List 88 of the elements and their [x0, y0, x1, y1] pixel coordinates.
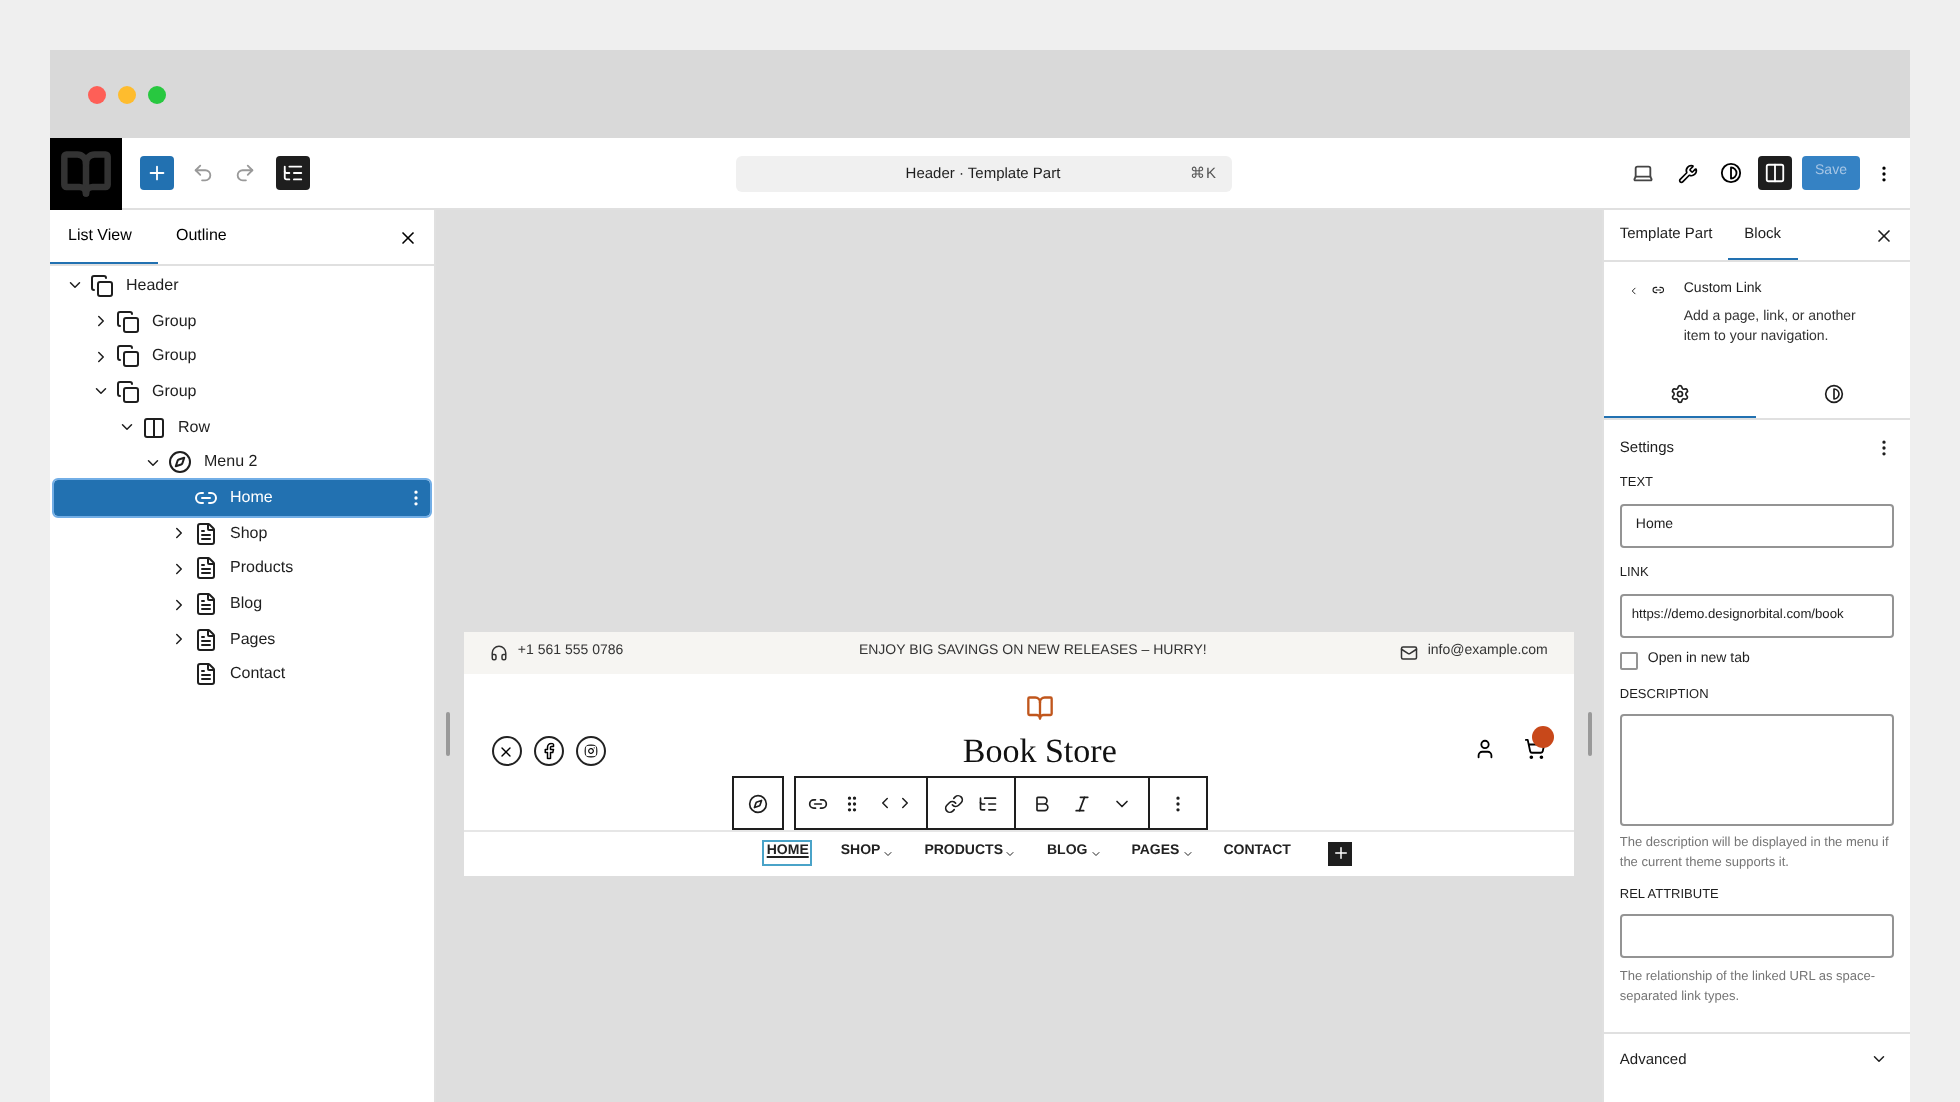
compass-icon: [168, 450, 192, 475]
caret-icon: [882, 847, 895, 859]
caret-icon: [1089, 847, 1102, 859]
compass-icon[interactable]: [747, 793, 768, 813]
facebook-icon[interactable]: [533, 736, 564, 766]
headphones-icon: [489, 644, 508, 662]
group-icon: [116, 379, 140, 404]
tree-label: Menu 2: [204, 450, 258, 475]
sidebar-toggle-button[interactable]: [1758, 156, 1792, 190]
tree-label: Blog: [230, 592, 263, 617]
book-logo-icon: [1025, 694, 1054, 722]
italic-icon[interactable]: [1071, 793, 1092, 813]
group-icon: [90, 273, 114, 298]
page-icon: [194, 556, 218, 581]
resize-handle[interactable]: [445, 712, 450, 756]
tree-label: Products: [230, 556, 294, 581]
tree-item[interactable]: Group: [54, 374, 430, 410]
page-icon: [194, 592, 218, 617]
tree-item[interactable]: Group: [54, 338, 430, 375]
tree-item[interactable]: Contact: [54, 657, 430, 693]
tree-item[interactable]: Menu 2: [54, 444, 430, 481]
instagram-icon[interactable]: [575, 736, 606, 766]
account-icon[interactable]: [1473, 738, 1496, 760]
site-title: Book Store: [962, 730, 1117, 774]
tree-label: Pages: [230, 627, 276, 652]
add-item-button[interactable]: [1328, 841, 1353, 865]
chevron-right-icon[interactable]: [170, 524, 188, 543]
sidebar-icon: [1764, 162, 1786, 184]
chevron-right-icon[interactable]: [92, 347, 110, 366]
tree-label: Home: [230, 485, 273, 510]
page-icon: [194, 521, 218, 546]
tree-item[interactable]: Blog: [54, 586, 430, 622]
x-logo-icon: [498, 743, 515, 759]
rel-field[interactable]: [1619, 913, 1894, 958]
checkbox[interactable]: [1619, 651, 1638, 669]
back-icon[interactable]: [1627, 282, 1640, 300]
link-icon[interactable]: [807, 793, 828, 813]
undo-icon[interactable]: [192, 162, 214, 184]
contrast-icon: [1823, 383, 1844, 403]
tree-item[interactable]: Group: [54, 303, 430, 339]
cart-badge: [1531, 726, 1554, 748]
wrench-icon[interactable]: [1678, 163, 1698, 183]
close-icon[interactable]: [1874, 225, 1894, 245]
tree-label: Row: [178, 415, 211, 440]
description-field[interactable]: [1619, 714, 1894, 826]
link-icon[interactable]: [943, 793, 964, 813]
cart-icon[interactable]: [1523, 738, 1546, 760]
tree-label: Group: [152, 344, 197, 369]
redo-icon[interactable]: [234, 162, 256, 184]
chevron-right-icon[interactable]: [170, 630, 188, 649]
resize-handle[interactable]: [1587, 712, 1592, 756]
page-icon: [194, 662, 218, 687]
tree-label: Shop: [230, 521, 268, 546]
tree-item[interactable]: Row: [54, 409, 430, 445]
submenu-icon[interactable]: [977, 793, 998, 813]
tree-item[interactable]: Header: [54, 268, 430, 304]
page-icon: [194, 627, 218, 652]
tree-label: Contact: [230, 662, 286, 687]
settings-icon: [1670, 383, 1691, 403]
plus-icon: [146, 162, 168, 184]
add-block-button[interactable]: [140, 156, 174, 190]
tree-item[interactable]: Products: [54, 551, 430, 587]
group-icon: [116, 344, 140, 369]
bold-icon[interactable]: [1031, 793, 1052, 813]
group-icon: [116, 309, 140, 334]
close-icon[interactable]: [397, 227, 418, 247]
laptop-icon[interactable]: [1632, 162, 1654, 184]
list-view-button[interactable]: [276, 156, 310, 190]
contrast-icon[interactable]: [1720, 162, 1742, 184]
tree-item[interactable]: Shop: [54, 515, 430, 551]
panel-tab[interactable]: List View: [50, 210, 158, 264]
tree-label: Header: [126, 273, 179, 298]
caret-icon: [1004, 847, 1017, 859]
chevron-right-icon[interactable]: [170, 595, 188, 614]
tree-label: Group: [152, 379, 197, 404]
chevron-right-icon[interactable]: [92, 312, 110, 331]
book-icon: [60, 147, 112, 199]
caret-icon: [1181, 847, 1194, 859]
row-icon: [142, 415, 166, 440]
tree-item[interactable]: Pages: [54, 621, 430, 658]
list-view-icon: [282, 162, 304, 184]
panel-tab[interactable]: Outline: [158, 210, 245, 264]
plus-icon: [1331, 844, 1350, 862]
x-social-icon[interactable]: [491, 736, 522, 766]
tree-item[interactable]: Home: [54, 480, 430, 516]
chevron-right-icon[interactable]: [170, 559, 188, 578]
tree-label: Group: [152, 309, 197, 334]
mail-icon: [1399, 644, 1418, 662]
